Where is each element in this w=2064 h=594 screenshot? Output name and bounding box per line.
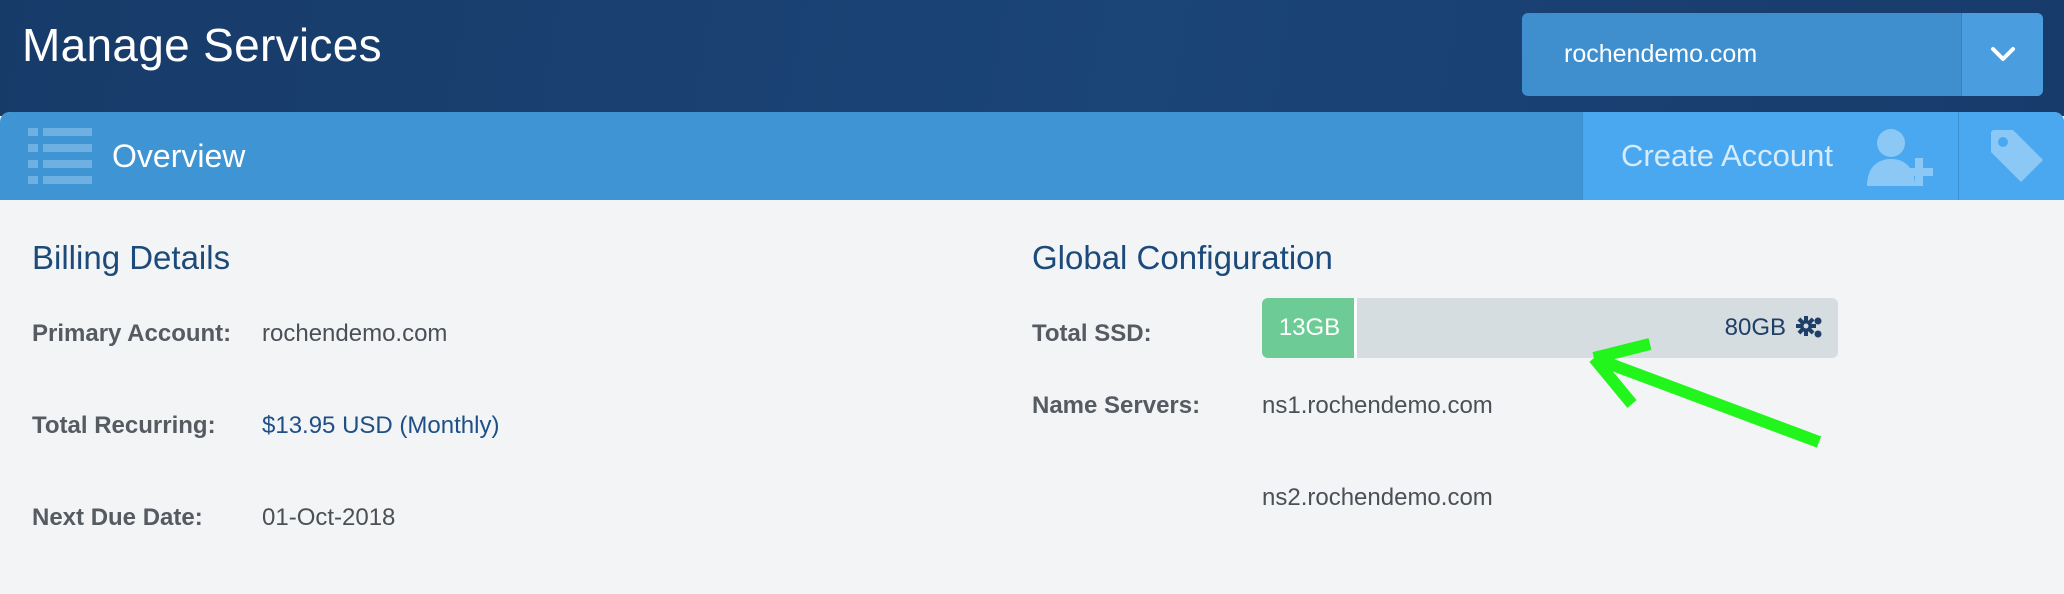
domain-select-value: rochendemo.com bbox=[1564, 40, 1758, 68]
next-due-date-label: Next Due Date: bbox=[32, 504, 203, 531]
ssd-usage-bar: 13GB 80GB bbox=[1262, 298, 1838, 358]
domain-select-toggle[interactable] bbox=[1961, 13, 2043, 96]
primary-account-value: rochendemo.com bbox=[262, 320, 448, 347]
total-recurring-label: Total Recurring: bbox=[32, 412, 216, 439]
gears-icon[interactable] bbox=[1796, 315, 1824, 341]
tag-icon bbox=[1991, 130, 2043, 182]
name-server-2: ns2.rochendemo.com bbox=[1262, 484, 1493, 511]
tag-button[interactable] bbox=[1958, 112, 2064, 200]
ssd-total-label: 80GB bbox=[1724, 314, 1786, 341]
create-account-button[interactable]: Create Account bbox=[1582, 112, 1958, 200]
total-recurring-value[interactable]: $13.95 USD (Monthly) bbox=[262, 412, 499, 440]
global-configuration-title: Global Configuration bbox=[1032, 239, 1333, 276]
next-due-date-value: 01-Oct-2018 bbox=[262, 504, 396, 531]
name-server-1: ns1.rochendemo.com bbox=[1262, 392, 1493, 419]
list-icon bbox=[28, 128, 92, 184]
primary-account-label: Primary Account: bbox=[32, 320, 232, 347]
create-account-label: Create Account bbox=[1621, 138, 1833, 173]
ssd-used-label: 13GB bbox=[1278, 314, 1341, 341]
tab-overview[interactable]: Overview bbox=[112, 112, 245, 200]
user-plus-icon bbox=[1867, 129, 1933, 186]
domain-select[interactable]: rochendemo.com bbox=[1522, 13, 2043, 96]
name-servers-label: Name Servers: bbox=[1032, 392, 1201, 419]
chevron-down-icon bbox=[1991, 47, 2015, 61]
page-title: Manage Services bbox=[22, 19, 382, 71]
billing-details-title: Billing Details bbox=[32, 239, 231, 276]
panel-tabbar: Overview Create Account bbox=[0, 112, 2064, 200]
top-header: Manage Services rochendemo.com bbox=[0, 0, 2064, 116]
ssd-used-fill: 13GB bbox=[1262, 298, 1357, 358]
total-ssd-label: Total SSD: bbox=[1032, 320, 1152, 347]
